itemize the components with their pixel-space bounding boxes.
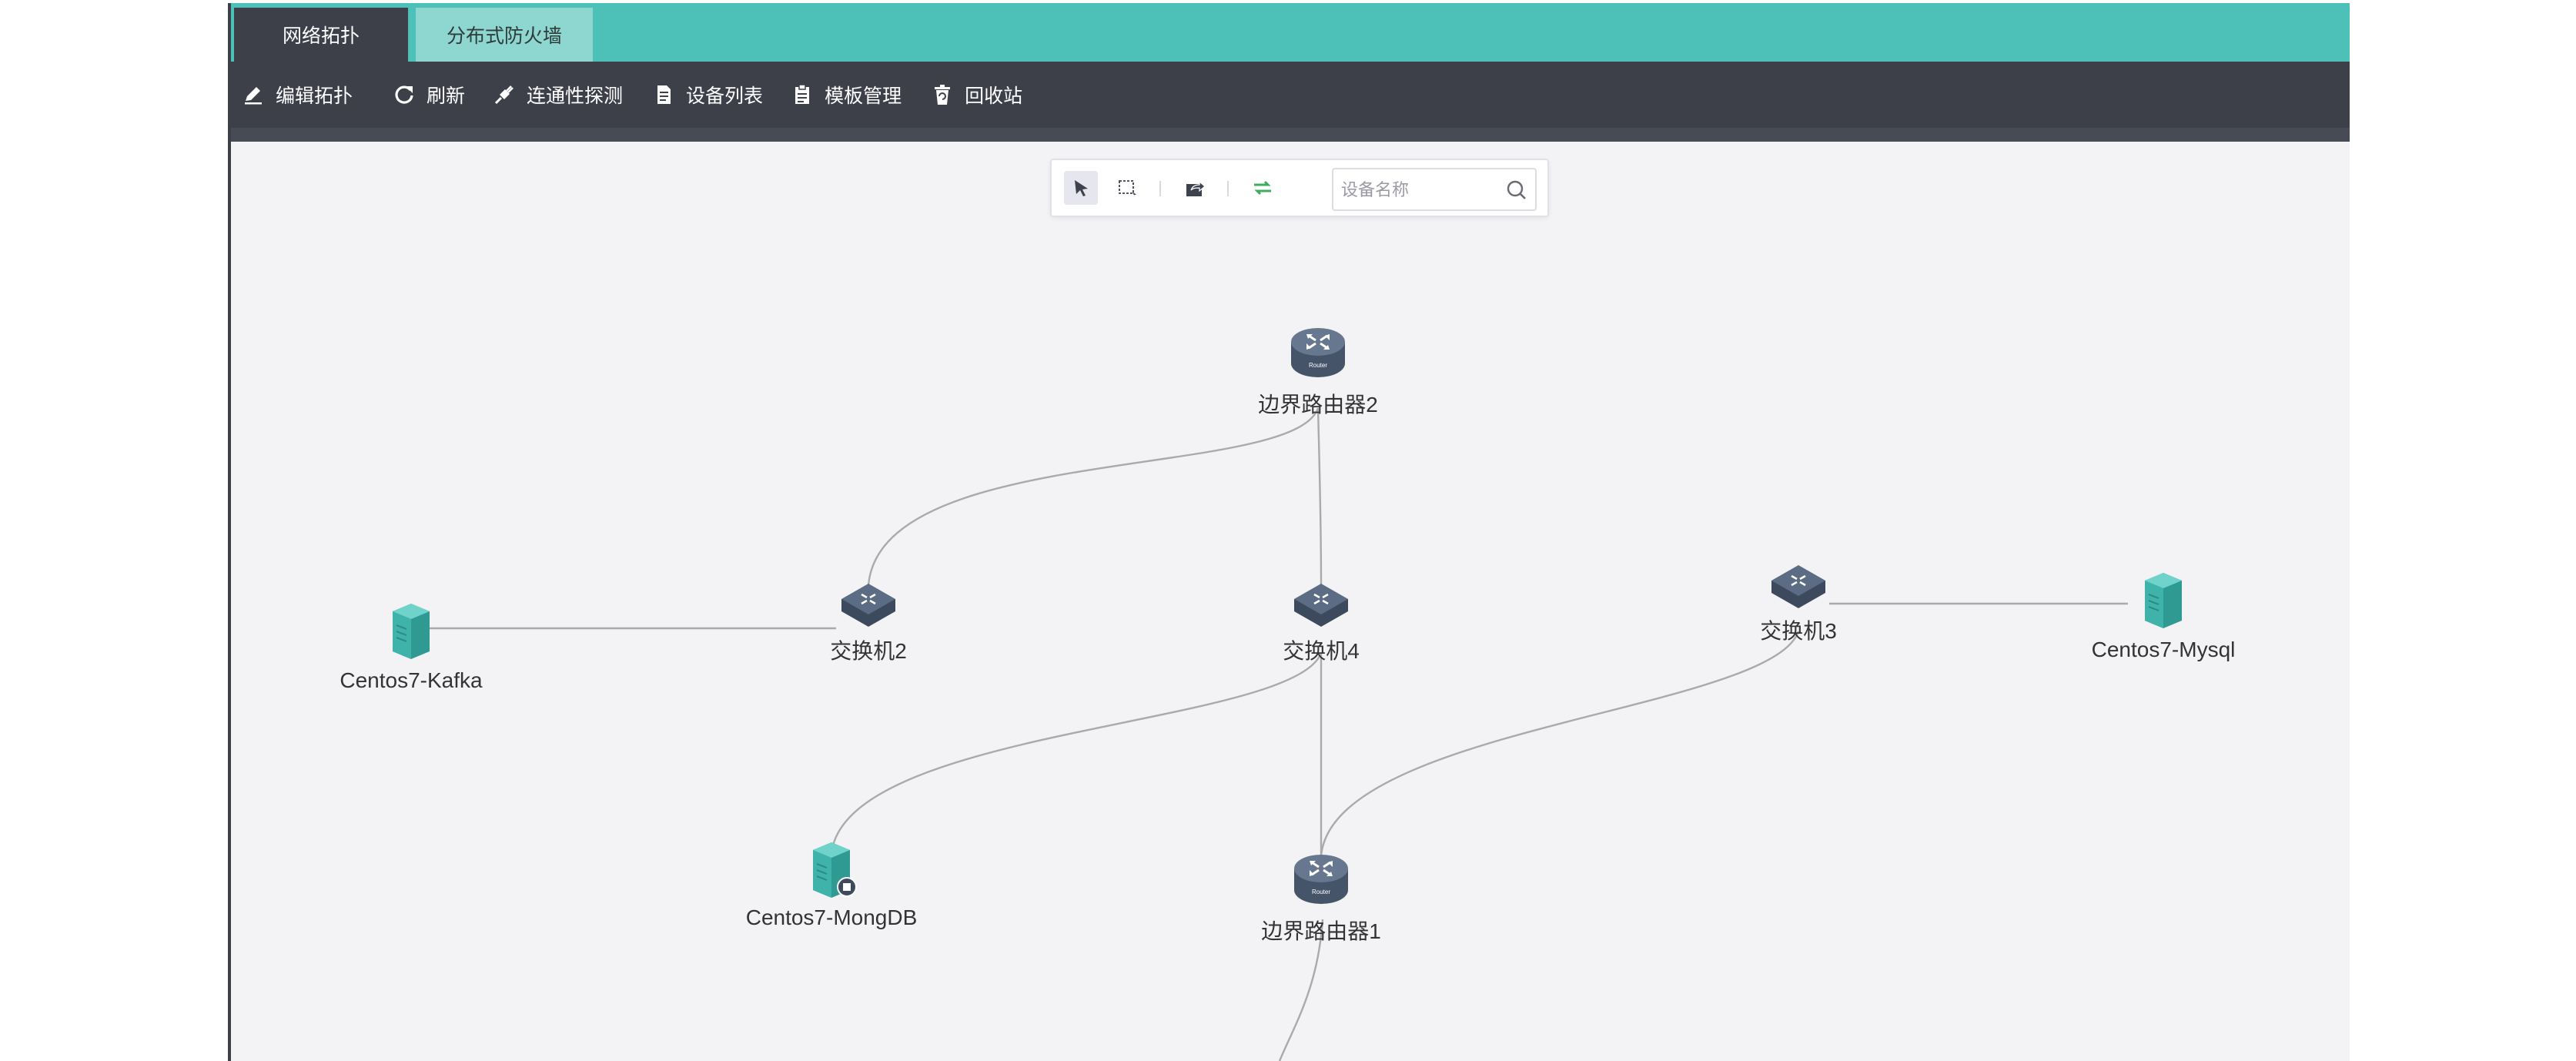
- canvas-tool-panel: [1050, 159, 1549, 217]
- node-switch-2[interactable]: 交换机2: [815, 573, 922, 681]
- link-router2-switch4: [1316, 407, 1323, 586]
- link-switch3-router1: [1320, 631, 1800, 857]
- swap-arrows-icon: [1254, 180, 1271, 196]
- template-management-button[interactable]: 模板管理: [791, 62, 902, 128]
- link-switch4-mongodb: [830, 652, 1323, 854]
- server-icon: [813, 842, 857, 898]
- node-border-router-1[interactable]: Router 边界路由器1: [1244, 852, 1398, 959]
- box-select-tool-button[interactable]: [1110, 171, 1144, 205]
- node-label: Centos7-Mysql: [2091, 638, 2236, 661]
- device-search: [1332, 168, 1537, 211]
- tool-separator: [1227, 181, 1229, 196]
- connectivity-probe-button[interactable]: 连通性探测: [493, 62, 623, 128]
- swap-tool-button[interactable]: [1246, 171, 1280, 205]
- cursor-arrow-icon: [1075, 180, 1088, 196]
- server-icon: [393, 604, 430, 659]
- node-centos7-mongdb[interactable]: Centos7-MongDB: [733, 839, 930, 947]
- router-icon: Router: [1294, 855, 1348, 904]
- switch-icon: [841, 584, 895, 627]
- node-label: Centos7-MongDB: [745, 905, 918, 929]
- box-select-icon: [1119, 180, 1136, 197]
- share-export-icon: [1186, 180, 1206, 196]
- node-centos7-kafka[interactable]: Centos7-Kafka: [319, 601, 503, 708]
- refresh-button[interactable]: 刷新: [393, 62, 465, 128]
- router-icon-text: Router: [1312, 889, 1330, 895]
- router-icon-text: Router: [1309, 362, 1327, 369]
- node-switch-3[interactable]: 交换机3: [1745, 554, 1852, 662]
- server-icon: [2145, 573, 2182, 628]
- refresh-label: 刷新: [427, 85, 466, 107]
- template-management-label: 模板管理: [825, 85, 902, 107]
- document-list-icon: [657, 85, 671, 104]
- tab-bar: 网络拓扑 分布式防火墙: [231, 3, 2350, 62]
- node-centos7-mysql[interactable]: Centos7-Mysql: [2071, 570, 2256, 678]
- node-label: 交换机3: [1760, 619, 1837, 643]
- node-label: 边界路由器1: [1261, 919, 1381, 943]
- select-tool-button[interactable]: [1064, 171, 1098, 205]
- recycle-bin-label: 回收站: [965, 85, 1023, 107]
- clipboard-icon: [795, 84, 810, 104]
- device-list-button[interactable]: 设备列表: [652, 62, 763, 128]
- device-name-search-input[interactable]: [1340, 174, 1504, 206]
- node-label: 交换机2: [830, 639, 907, 663]
- search-icon[interactable]: [1504, 178, 1529, 202]
- node-label: Centos7-Kafka: [340, 668, 483, 692]
- export-tool-button[interactable]: [1178, 171, 1212, 205]
- switch-icon: [1771, 565, 1825, 608]
- refresh-icon: [395, 85, 413, 104]
- tab-distributed-firewall[interactable]: 分布式防火墙: [416, 8, 593, 62]
- plug-icon: [494, 85, 514, 105]
- pencil-icon: [245, 87, 262, 105]
- node-label: 边界路由器2: [1258, 393, 1378, 417]
- node-border-router-2[interactable]: Router 边界路由器2: [1241, 325, 1395, 433]
- node-label: 交换机4: [1283, 639, 1360, 663]
- topology-canvas[interactable]: Router 边界路由器2 交换机2 交换机4: [231, 142, 2350, 1061]
- router-icon: Router: [1291, 328, 1345, 377]
- node-switch-4[interactable]: 交换机4: [1267, 573, 1375, 681]
- tool-separator: [1159, 181, 1161, 196]
- tab-network-topology[interactable]: 网络拓扑: [234, 8, 408, 62]
- edit-topology-label: 编辑拓扑: [276, 85, 353, 107]
- topology-app: 网络拓扑 分布式防火墙 编辑拓扑 刷新 连通性探测 设备列表 模板管理 回收站 …: [228, 3, 2350, 1061]
- connectivity-probe-label: 连通性探测: [527, 85, 624, 107]
- switch-icon: [1294, 584, 1348, 627]
- device-list-label: 设备列表: [686, 85, 764, 107]
- main-toolbar: 编辑拓扑 刷新 连通性探测 设备列表 模板管理 回收站: [231, 62, 2350, 142]
- edit-topology-button[interactable]: 编辑拓扑: [242, 62, 353, 128]
- recycle-bin-button[interactable]: 回收站: [931, 62, 1022, 128]
- link-router2-switch2: [867, 407, 1320, 586]
- trash-icon: [935, 85, 951, 105]
